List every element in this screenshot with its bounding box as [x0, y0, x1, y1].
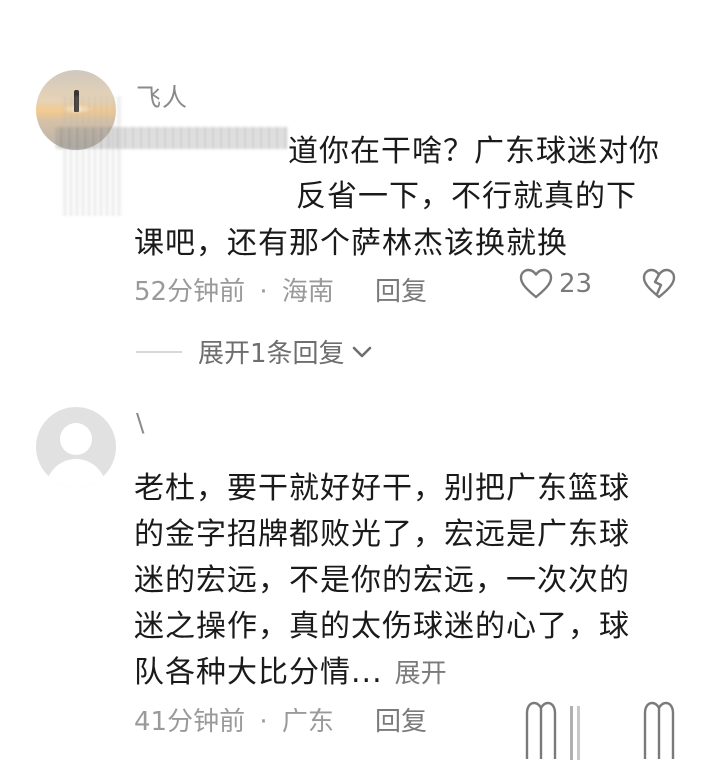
username[interactable]: 飞人	[136, 78, 188, 114]
avatar-head-shape	[60, 423, 92, 455]
comment-text-line: 迷的宏远，不是你的宏远，一次次的	[134, 563, 630, 598]
heart-outline-icon[interactable]	[524, 699, 558, 759]
expand-replies-button[interactable]: 展开1条回复	[136, 333, 373, 370]
avatar[interactable]	[36, 407, 116, 487]
comment-text-line: 队各种大比分情... 展开	[134, 647, 447, 691]
meta-separator: ·	[259, 277, 268, 307]
comment-meta: 52分钟前 · 海南	[134, 271, 334, 308]
username[interactable]: \	[136, 408, 145, 437]
chevron-down-icon	[351, 345, 373, 359]
like-count	[566, 700, 586, 760]
divider	[136, 350, 182, 353]
like-button[interactable]: 23	[519, 268, 592, 300]
expand-replies-label: 展开1条回复	[198, 339, 345, 369]
comment-meta: 41分钟前 · 广东	[134, 701, 334, 738]
comment-text-line: 迷之操作，真的太伤球迷的心了，球	[134, 609, 630, 644]
avatar-body-shape	[46, 459, 106, 487]
reply-button[interactable]: 回复	[375, 701, 427, 738]
reply-button[interactable]: 回复	[375, 271, 427, 308]
blur-overlay	[62, 96, 122, 216]
expand-text-button[interactable]: 展开	[395, 659, 447, 689]
comment-text-line: 反省一下，不行就真的下	[296, 179, 637, 214]
meta-separator: ·	[259, 707, 268, 737]
timestamp: 52分钟前	[134, 277, 246, 307]
location: 广东	[281, 707, 334, 737]
broken-heart-icon[interactable]	[641, 268, 677, 300]
timestamp: 41分钟前	[134, 707, 246, 737]
location: 海南	[281, 277, 334, 307]
broken-heart-icon[interactable]	[642, 699, 676, 759]
comment-text-line: 道你在干啥？广东球迷对你	[288, 134, 660, 169]
blur-overlay	[56, 127, 288, 149]
heart-outline-icon	[519, 268, 553, 300]
comment-text-line: 课吧，还有那个萨林杰该换就换	[134, 226, 568, 261]
comment-text-line: 老杜，要干就好好干，别把广东篮球	[134, 471, 630, 506]
comment-text-line: 的金字招牌都败光了，宏远是广东球	[134, 517, 630, 552]
like-count: 23	[559, 269, 593, 299]
comment-text-truncated: 队各种大比分情...	[134, 655, 383, 690]
